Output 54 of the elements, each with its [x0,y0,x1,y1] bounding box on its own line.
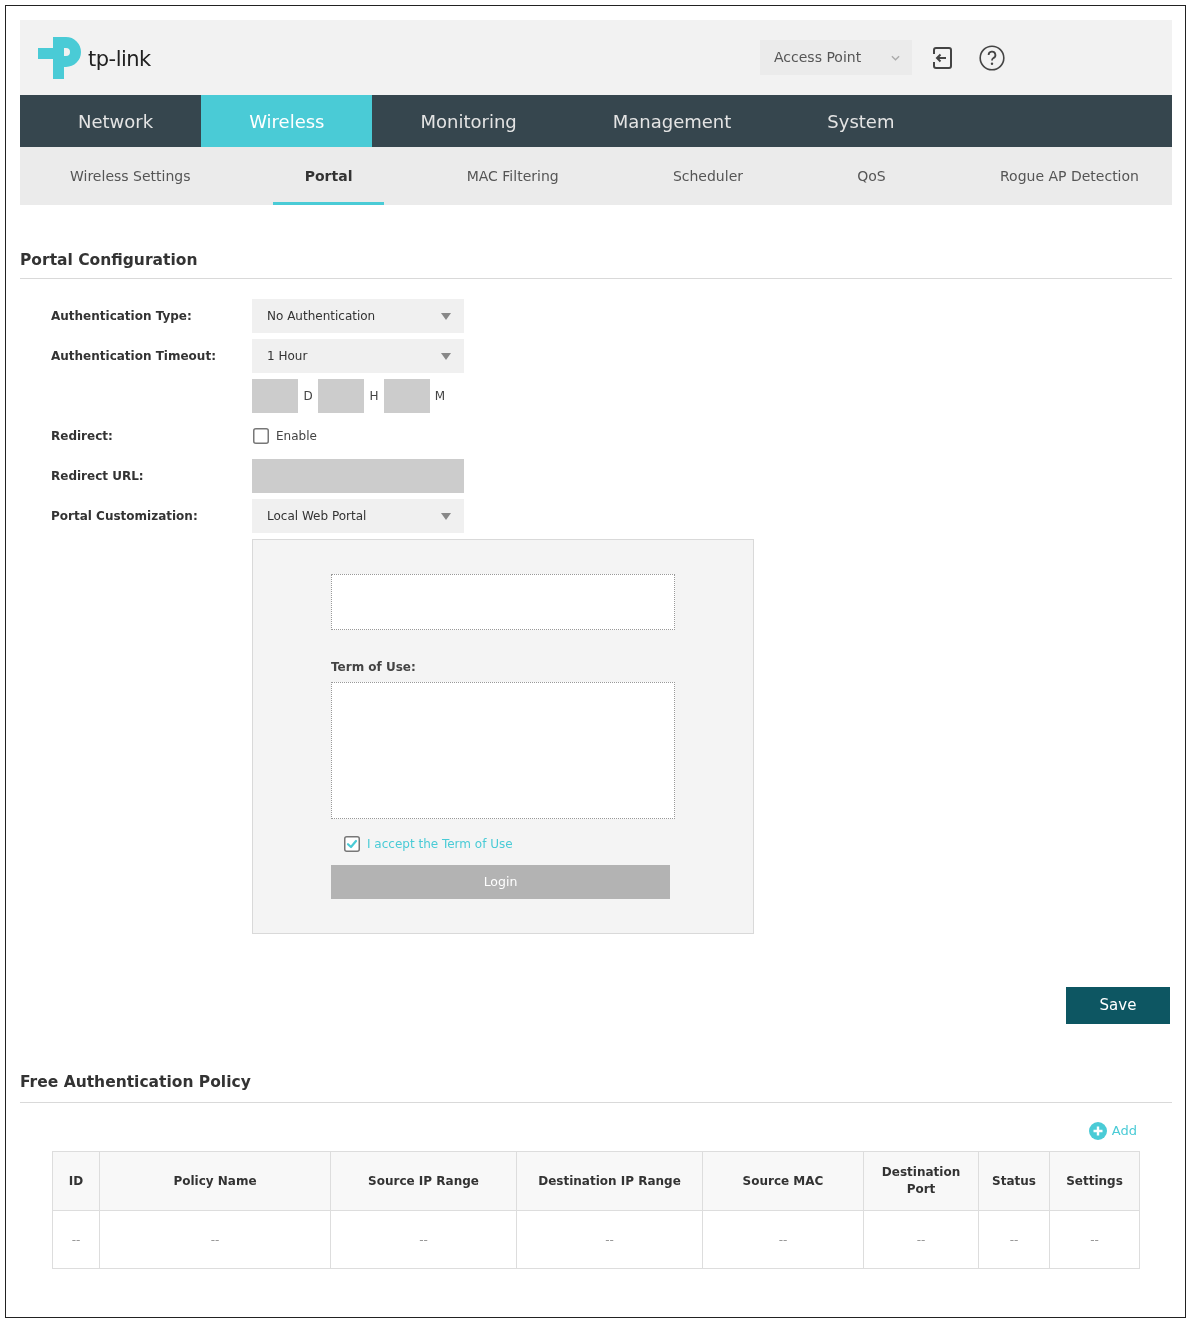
section-title: Free Authentication Policy [20,1072,252,1093]
main-nav-tab[interactable]: Management [564,95,780,147]
caret-icon [441,352,451,360]
table-cell: -- [99,1210,331,1269]
field-label: Redirect: [51,428,114,445]
terms-label: Term of Use: [331,659,417,675]
column-header: Destination IP Range [516,1151,703,1211]
sub-nav-tab[interactable]: MAC Filtering [434,147,591,205]
main-nav-tab[interactable]: Network [30,95,202,147]
caret-icon [441,312,451,320]
sub-nav-tab[interactable]: Rogue AP Detection [968,147,1171,205]
sub-nav-tab[interactable]: QoS [825,147,918,205]
table-cell: -- [330,1210,517,1269]
sub-nav-tab[interactable]: Portal [272,147,385,205]
main-nav-tab[interactable]: Monitoring [372,95,565,147]
column-header: Source IP Range [330,1151,517,1211]
table-cell: -- [52,1210,100,1269]
checkbox[interactable] [344,836,360,852]
checkbox-label: Enable [276,428,317,445]
chevron-down-icon [891,54,900,61]
column-header: Status [978,1151,1050,1211]
help-icon[interactable] [979,44,1005,71]
column-header: Destination Port [863,1151,979,1211]
main-nav-tab[interactable]: System [779,95,943,147]
checkbox[interactable] [253,428,269,444]
column-header: Policy Name [99,1151,331,1211]
table-cell: -- [978,1210,1050,1269]
terms-field[interactable] [331,682,675,819]
column-header: ID [52,1151,100,1211]
table-cell: -- [1049,1210,1140,1269]
table-cell: -- [863,1210,979,1269]
section-title: Portal Configuration [20,250,199,271]
dropdown[interactable]: 1 Hour [252,339,464,373]
unit-label: D [302,388,314,405]
save-button[interactable]: Save [1066,987,1170,1024]
field-label: Portal Customization: [51,508,199,525]
dropdown[interactable]: No Authentication [252,299,464,333]
table-cell: -- [516,1210,703,1269]
caret-icon [441,512,451,520]
logo-icon [38,34,82,81]
sub-nav-tab[interactable]: Wireless Settings [38,147,223,205]
field-label: Authentication Timeout: [51,348,217,365]
column-header: Settings [1049,1151,1140,1211]
field-label: Authentication Type: [51,308,193,325]
table-cell: -- [702,1210,864,1269]
sub-nav-tab[interactable]: Scheduler [640,147,775,205]
mode-dropdown[interactable]: Access Point [760,40,912,75]
dropdown[interactable]: Local Web Portal [252,499,464,533]
logo-text: tp-link [88,49,151,70]
column-header: Source MAC [702,1151,864,1211]
field-label: Redirect URL: [51,468,145,485]
unit-label: H [368,388,380,405]
plus-circle-icon [1088,1122,1107,1140]
unit-label: M [433,388,447,405]
